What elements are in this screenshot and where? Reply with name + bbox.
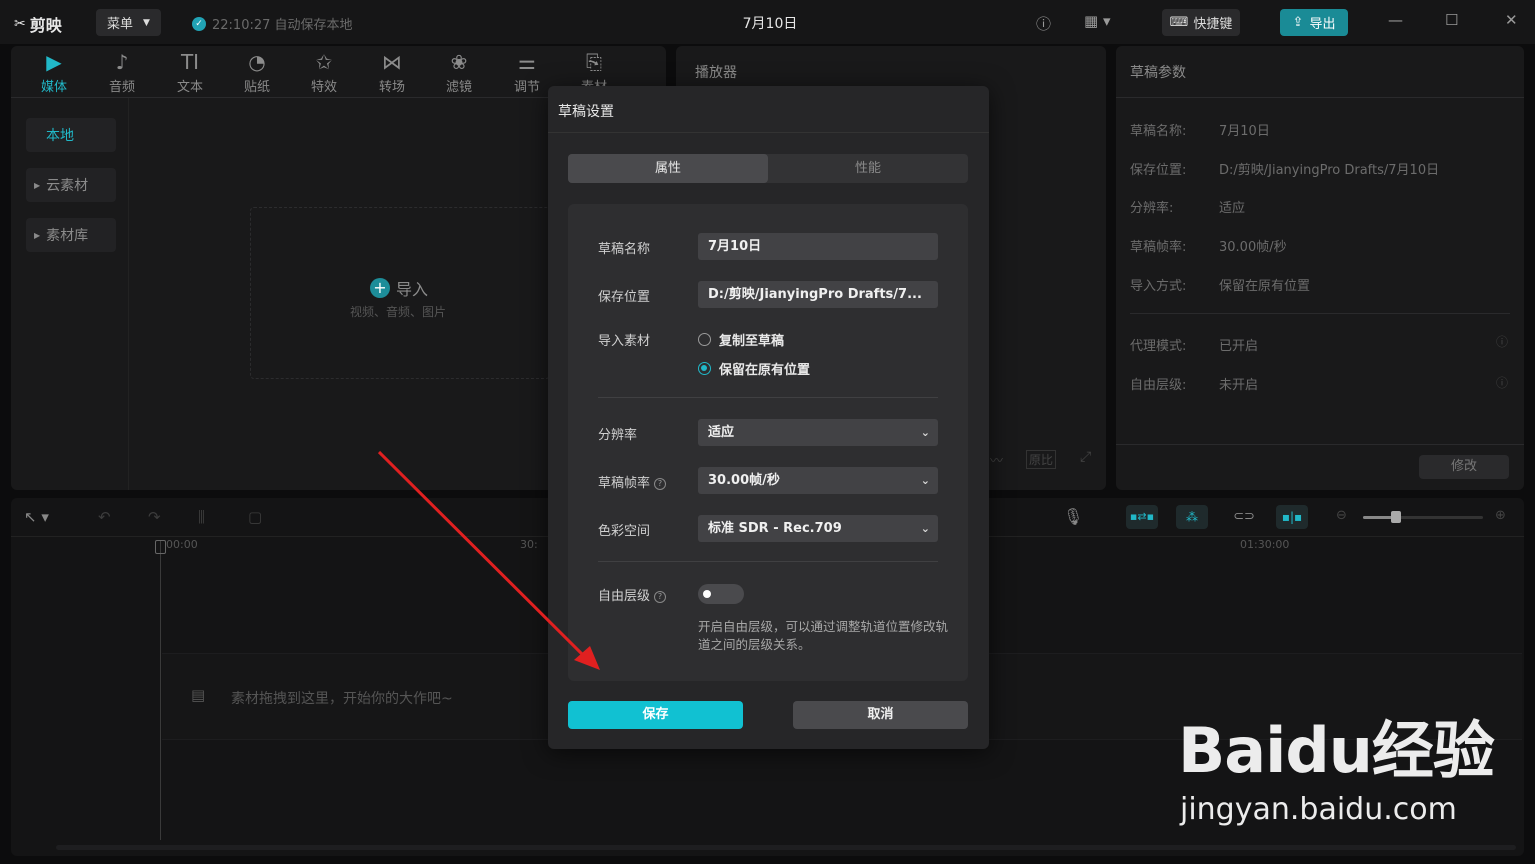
watermark-logo: Baidu经验	[1178, 714, 1495, 787]
watermark-url: jingyan.baidu.com	[1180, 792, 1457, 827]
